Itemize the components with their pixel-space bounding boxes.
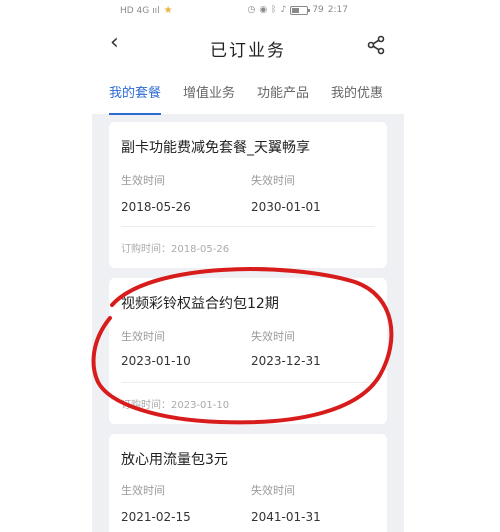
end-time-value: 2041-01-31 xyxy=(251,510,321,524)
battery-level: 79 xyxy=(312,5,324,15)
page-title: 已订业务 xyxy=(210,41,286,61)
status-bar: HD 4G ııl ★ ◷ ◉ ᛒ ♪ 79 2:17 xyxy=(92,0,404,24)
share-icon[interactable] xyxy=(366,35,386,55)
order-time: 订购时间：2023-01-10 xyxy=(121,400,230,411)
tab-value-added[interactable]: 增值业务 xyxy=(183,82,235,101)
divider xyxy=(121,382,375,383)
end-time-value: 2030-01-01 xyxy=(251,200,321,214)
eye-icon: ◉ xyxy=(259,5,268,15)
bluetooth-icon: ᛒ xyxy=(271,5,277,15)
battery-icon xyxy=(290,5,311,15)
start-time-value: 2023-01-10 xyxy=(121,354,191,368)
start-time-label: 生效时间 xyxy=(121,330,165,343)
star-icon: ★ xyxy=(163,5,173,16)
plan-card[interactable]: 放心用流量包3元 生效时间 失效时间 2021-02-15 2041-01-31 xyxy=(109,434,387,532)
plan-name: 放心用流量包3元 xyxy=(121,452,228,468)
tab-features[interactable]: 功能产品 xyxy=(257,82,309,101)
start-time-label: 生效时间 xyxy=(121,484,165,497)
plan-name: 视频彩铃权益合约包12期 xyxy=(121,296,279,312)
start-time-label: 生效时间 xyxy=(121,174,165,187)
alarm-icon: ◷ xyxy=(247,5,256,15)
end-time-label: 失效时间 xyxy=(251,330,295,343)
tab-my-plans[interactable]: 我的套餐 xyxy=(109,82,162,115)
mute-icon: ♪ xyxy=(280,5,287,15)
signal-indicator: HD 4G ııl xyxy=(120,5,160,16)
order-time: 订购时间：2018-05-26 xyxy=(121,244,230,255)
clock: 2:17 xyxy=(327,5,348,15)
tab-bar: 我的套餐 增值业务 功能产品 我的优惠 xyxy=(92,68,404,115)
end-time-label: 失效时间 xyxy=(251,484,295,497)
start-time-value: 2021-02-15 xyxy=(121,510,191,524)
divider xyxy=(121,226,375,227)
header: ‹ 已订业务 xyxy=(92,24,404,68)
plan-card[interactable]: 副卡功能费减免套餐_天翼畅享 生效时间 失效时间 2018-05-26 2030… xyxy=(109,122,387,268)
plan-card[interactable]: 视频彩铃权益合约包12期 生效时间 失效时间 2023-01-10 2023-1… xyxy=(109,278,387,424)
plan-name: 副卡功能费减免套餐_天翼畅享 xyxy=(121,140,310,156)
phone-screen: HD 4G ııl ★ ◷ ◉ ᛒ ♪ 79 2:17 ‹ 已订业务 我的套餐 … xyxy=(92,0,404,532)
end-time-label: 失效时间 xyxy=(251,174,295,187)
start-time-value: 2018-05-26 xyxy=(121,200,191,214)
tab-my-offers[interactable]: 我的优惠 xyxy=(331,82,383,101)
end-time-value: 2023-12-31 xyxy=(251,354,321,368)
